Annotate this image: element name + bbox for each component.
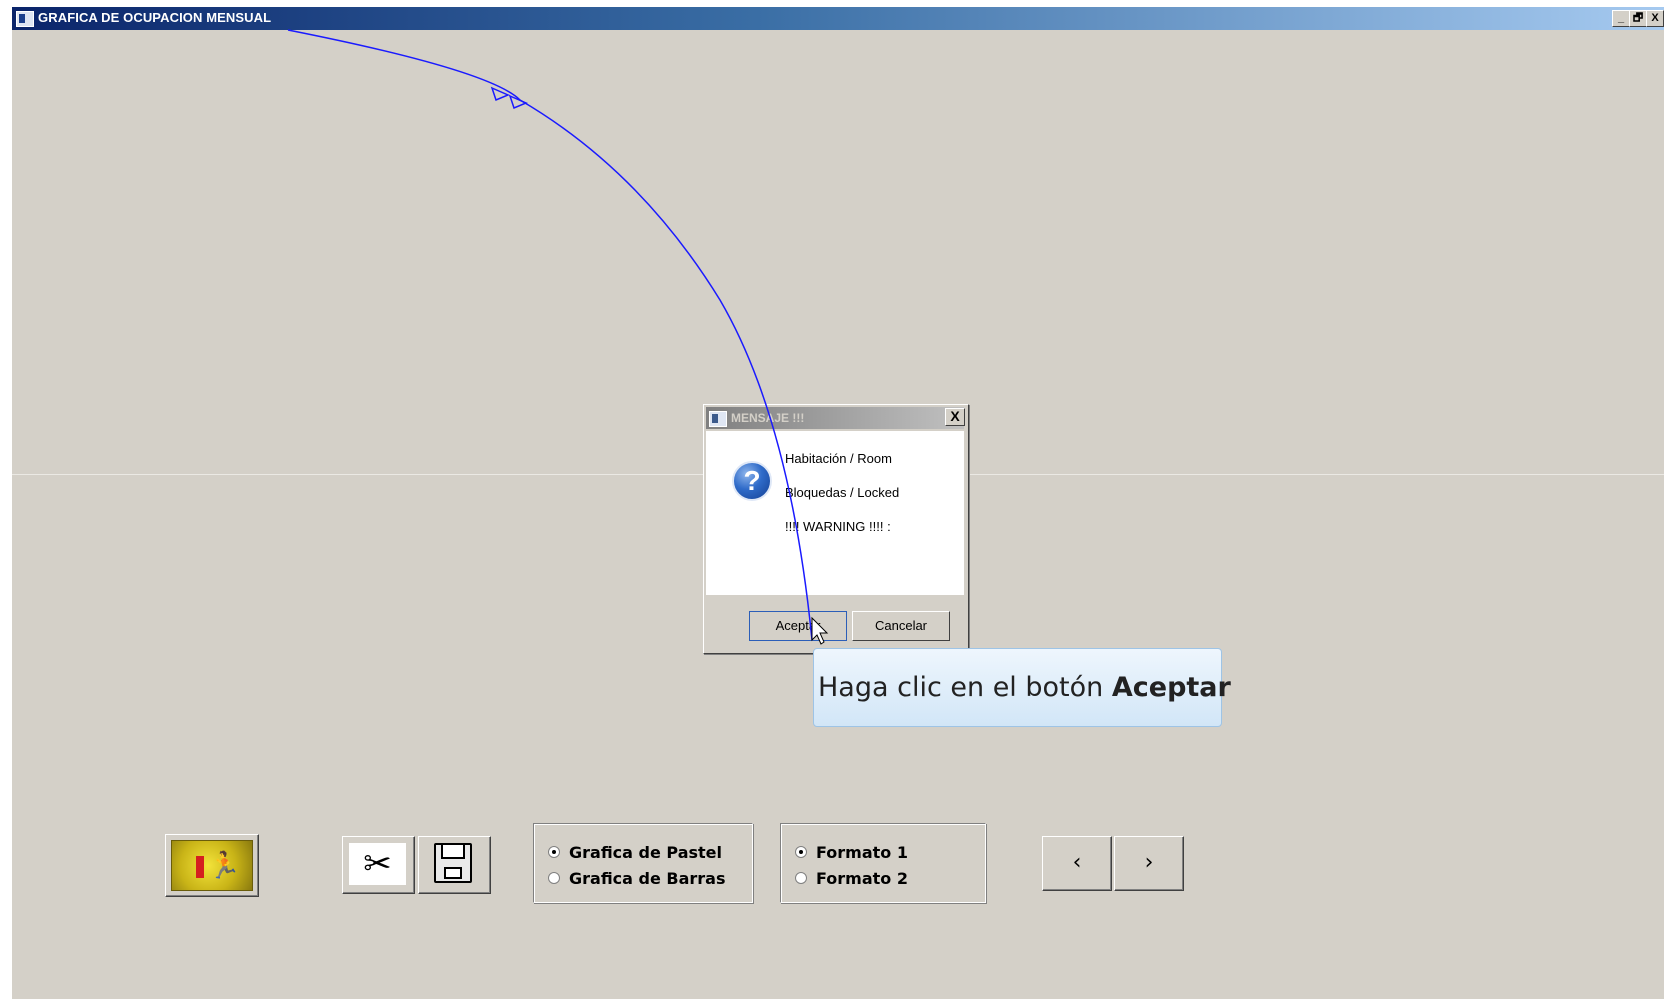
app-icon [16, 11, 34, 27]
callout-emphasis: Aceptar [1111, 672, 1231, 703]
exit-runner-icon: 🏃 [171, 840, 253, 891]
previous-button[interactable]: ‹ [1042, 836, 1112, 891]
dialog-title-bar[interactable]: MENSAJE !!! [706, 407, 964, 429]
restore-button[interactable]: 🗗 [1629, 10, 1647, 27]
callout-text: Haga clic en el botón [818, 672, 1112, 703]
floppy-disk-icon [434, 843, 472, 883]
radio-circle-checked[interactable] [548, 846, 560, 858]
chevron-right-icon: › [1144, 850, 1154, 875]
dialog-app-icon [709, 411, 727, 427]
chevron-left-icon: ‹ [1072, 850, 1082, 875]
radio-format-1[interactable]: Formato 1 [795, 842, 908, 862]
scissors-icon: ✂ [349, 843, 406, 885]
minimize-button[interactable]: _ [1612, 10, 1630, 27]
radio-bar-chart[interactable]: Grafica de Barras [548, 868, 726, 888]
cut-button[interactable]: ✂ [342, 836, 415, 894]
radio-label: Formato 2 [816, 868, 908, 888]
dialog-title: MENSAJE !!! [731, 411, 805, 425]
radio-label: Grafica de Barras [569, 868, 726, 888]
chart-type-group: Grafica de Pastel Grafica de Barras [533, 823, 753, 903]
radio-label: Formato 1 [816, 842, 908, 862]
dialog-body: ? Habitación / Room Bloquedas / Locked !… [706, 431, 964, 595]
radio-format-2[interactable]: Formato 2 [795, 868, 908, 888]
message-line-warning: !!!! WARNING !!!! : [785, 519, 891, 534]
radio-circle[interactable] [795, 872, 807, 884]
runner-glyph: 🏃 [208, 851, 241, 881]
close-button[interactable]: X [1646, 10, 1664, 27]
window-title: GRAFICA DE OCUPACION MENSUAL [38, 10, 272, 25]
exit-button[interactable]: 🏃 [165, 834, 259, 897]
door-shape [196, 856, 204, 878]
question-icon: ? [732, 461, 772, 501]
save-button[interactable] [418, 836, 491, 894]
instruction-callout: Haga clic en el botón Aceptar [813, 648, 1231, 727]
accept-button[interactable]: Aceptar [749, 611, 847, 641]
radio-label: Grafica de Pastel [569, 842, 723, 862]
dialog-close-button[interactable]: X [945, 408, 965, 426]
title-bar[interactable]: GRAFICA DE OCUPACION MENSUAL _ 🗗 X [12, 7, 1664, 30]
message-line-room: Habitación / Room [785, 451, 892, 466]
format-group: Formato 1 Formato 2 [780, 823, 986, 903]
radio-circle-checked[interactable] [795, 846, 807, 858]
radio-circle[interactable] [548, 872, 560, 884]
message-line-locked: Bloquedas / Locked [785, 485, 900, 500]
next-button[interactable]: › [1114, 836, 1184, 891]
radio-pie-chart[interactable]: Grafica de Pastel [548, 842, 722, 862]
cancel-button[interactable]: Cancelar [852, 611, 950, 641]
message-dialog: MENSAJE !!! X ? Habitación / Room Bloque… [703, 404, 969, 654]
